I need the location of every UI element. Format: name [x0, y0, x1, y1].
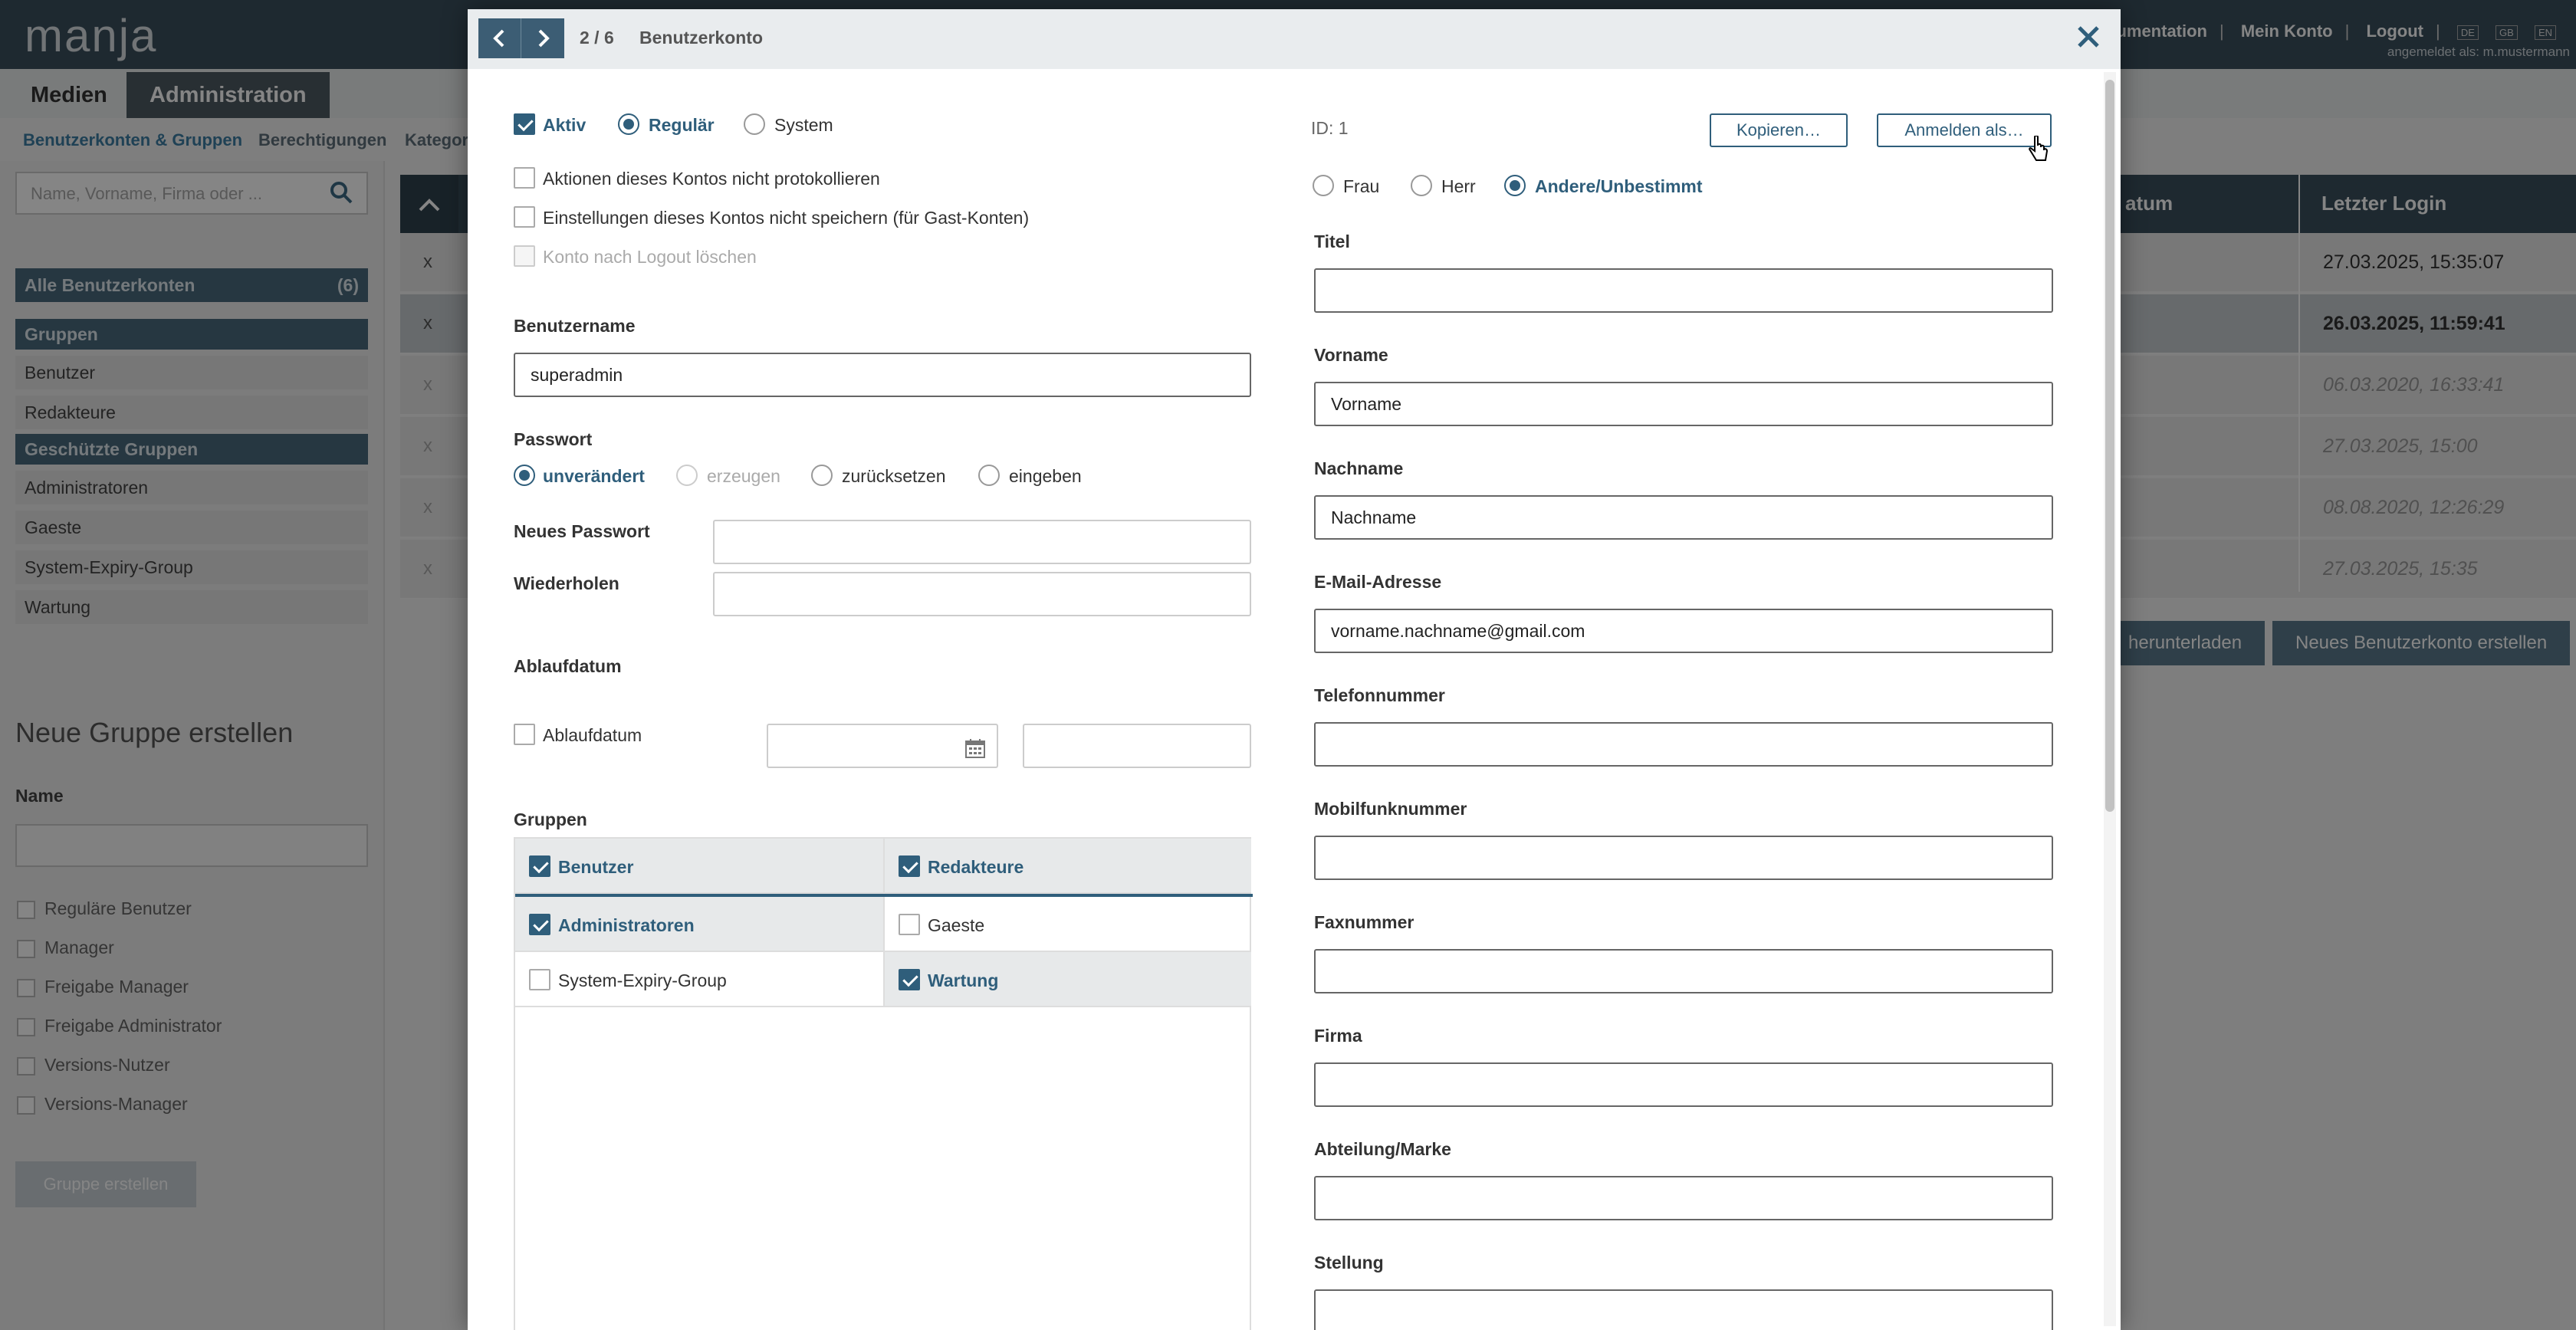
group-cell-system-expiry[interactable]: System-Expiry-Group [515, 952, 883, 1007]
mobile-input[interactable] [1314, 836, 2053, 880]
active-checkbox[interactable] [514, 113, 535, 135]
delete-after-logout-checkbox [514, 245, 535, 267]
salutation-mrs-radio[interactable] [1313, 175, 1334, 196]
group-cell-benutzer[interactable]: Benutzer [515, 839, 883, 894]
previous-button[interactable] [478, 18, 521, 58]
group-redakteure-checkbox[interactable] [899, 855, 920, 877]
delete-after-logout-label: Konto nach Logout löschen [543, 247, 757, 267]
salutation-other-radio[interactable] [1504, 175, 1526, 196]
mobile-label: Mobilfunknummer [1314, 799, 1467, 819]
copy-button[interactable]: Kopieren… [1710, 113, 1848, 147]
company-label: Firma [1314, 1026, 1362, 1046]
department-input[interactable] [1314, 1176, 2053, 1220]
password-unchanged-radio[interactable] [514, 465, 535, 486]
regular-label: Regulär [649, 115, 715, 135]
chevron-right-icon [538, 29, 550, 48]
salutation-mr-label: Herr [1441, 176, 1476, 196]
modal-scrollbar[interactable] [2104, 72, 2116, 1326]
company-input[interactable] [1314, 1062, 2053, 1107]
close-icon[interactable] [2073, 21, 2104, 52]
no-log-checkbox[interactable] [514, 167, 535, 189]
email-input[interactable]: vorname.nachname@gmail.com [1314, 609, 2053, 653]
groups-label: Gruppen [514, 809, 587, 829]
hand-cursor-icon [2029, 136, 2049, 161]
no-log-label: Aktionen dieses Kontos nicht protokollie… [543, 169, 880, 189]
position-input[interactable] [1314, 1289, 2053, 1330]
group-wartung-checkbox[interactable] [899, 969, 920, 990]
pager: 2 / 6 [580, 28, 614, 48]
system-radio[interactable] [744, 113, 765, 135]
title-input[interactable] [1314, 268, 2053, 313]
active-label: Aktiv [543, 115, 586, 135]
username-input[interactable]: superadmin [514, 353, 1251, 397]
group-cell-wartung[interactable]: Wartung [883, 952, 1251, 1007]
group-label: Wartung [928, 970, 999, 990]
regular-radio[interactable] [618, 113, 639, 135]
password-enter-radio[interactable] [978, 465, 1000, 486]
group-label: System-Expiry-Group [558, 970, 727, 990]
password-label: Passwort [514, 429, 593, 449]
lastname-label: Nachname [1314, 458, 1404, 478]
group-gaeste-checkbox[interactable] [899, 914, 920, 935]
group-cell-redakteure[interactable]: Redakteure [883, 839, 1251, 894]
chevron-left-icon [493, 29, 504, 48]
scrollbar-thumb[interactable] [2105, 80, 2114, 812]
modal-header: 2 / 6 Benutzerkonto [468, 9, 2121, 69]
group-label: Administratoren [558, 915, 695, 935]
password-enter-label: eingeben [1009, 466, 1082, 486]
group-label: Redakteure [928, 857, 1024, 877]
modal-title: Benutzerkonto [639, 28, 763, 48]
group-label: Gaeste [928, 915, 985, 935]
group-system-expiry-checkbox[interactable] [529, 969, 550, 990]
next-button[interactable] [521, 18, 564, 58]
salutation-other-label: Andere/Unbestimmt [1535, 176, 1703, 196]
new-password-label: Neues Passwort [514, 521, 650, 541]
firstname-input[interactable]: Vorname [1314, 382, 2053, 426]
groups-grid: Benutzer Redakteure Administratoren Gaes… [514, 837, 1253, 1330]
no-settings-checkbox[interactable] [514, 206, 535, 228]
password-generate-radio [676, 465, 698, 486]
salutation-mrs-label: Frau [1343, 176, 1380, 196]
group-label: Benutzer [558, 857, 634, 877]
firstname-label: Vorname [1314, 345, 1388, 365]
expiry-checkbox-label: Ablaufdatum [543, 725, 642, 745]
expiry-date-input[interactable] [767, 724, 998, 768]
expiry-checkbox[interactable] [514, 724, 535, 745]
account-id: ID: 1 [1311, 118, 1349, 138]
password-reset-radio[interactable] [811, 465, 833, 486]
repeat-password-label: Wiederholen [514, 573, 619, 593]
phone-input[interactable] [1314, 722, 2053, 767]
salutation-mr-radio[interactable] [1411, 175, 1432, 196]
group-cell-gaeste[interactable]: Gaeste [883, 897, 1251, 952]
group-administratoren-checkbox[interactable] [529, 914, 550, 935]
account-modal: 2 / 6 Benutzerkonto Aktiv Regulär System… [468, 9, 2121, 1330]
phone-label: Telefonnummer [1314, 685, 1445, 705]
group-cell-administratoren[interactable]: Administratoren [515, 897, 883, 952]
department-label: Abteilung/Marke [1314, 1139, 1451, 1159]
repeat-password-input[interactable] [713, 572, 1251, 616]
fax-label: Faxnummer [1314, 912, 1414, 932]
lastname-input[interactable]: Nachname [1314, 495, 2053, 540]
username-label: Benutzername [514, 316, 636, 336]
calendar-icon[interactable] [964, 737, 986, 759]
email-label: E-Mail-Adresse [1314, 572, 1442, 592]
title-label: Titel [1314, 232, 1350, 251]
group-benutzer-checkbox[interactable] [529, 855, 550, 877]
login-as-button[interactable]: Anmelden als… [1877, 113, 2052, 147]
new-password-input[interactable] [713, 520, 1251, 564]
password-reset-label: zurücksetzen [842, 466, 946, 486]
fax-input[interactable] [1314, 949, 2053, 993]
password-unchanged-label: unverändert [543, 466, 645, 486]
system-label: System [774, 115, 833, 135]
position-label: Stellung [1314, 1253, 1384, 1273]
expiry-section-label: Ablaufdatum [514, 656, 622, 676]
expiry-time-input[interactable] [1023, 724, 1251, 768]
password-generate-label: erzeugen [707, 466, 780, 486]
no-settings-label: Einstellungen dieses Kontos nicht speich… [543, 208, 1030, 228]
